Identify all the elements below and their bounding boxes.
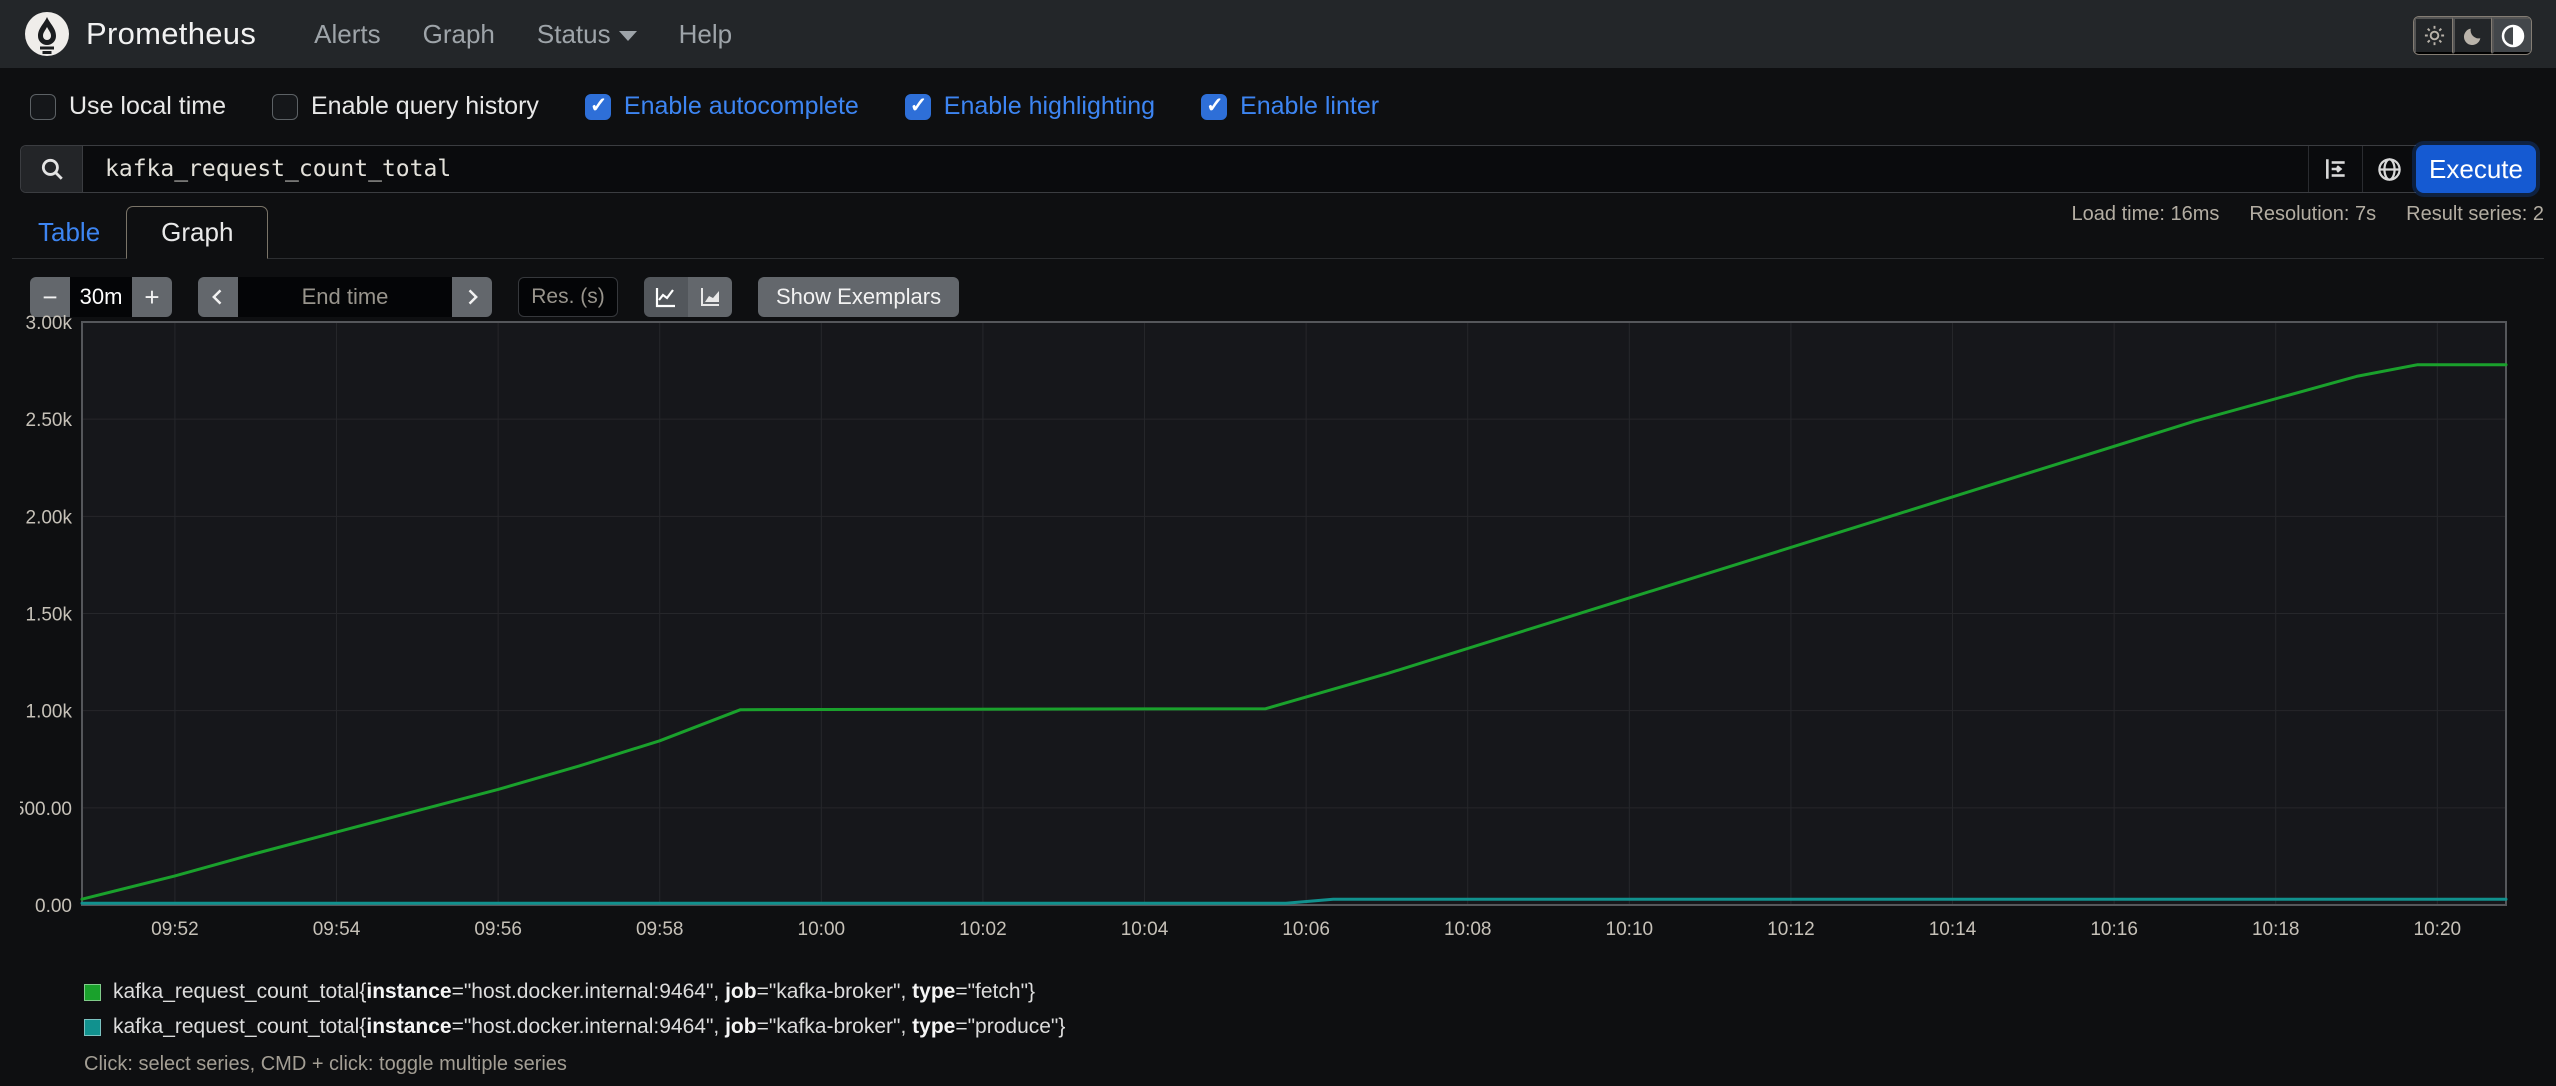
globe-icon [2378, 157, 2401, 181]
option-label: Enable autocomplete [623, 92, 859, 120]
metrics-explorer-button[interactable] [2362, 146, 2416, 192]
y-tick-label: 500.00 [20, 799, 72, 820]
line-chart-button[interactable] [644, 277, 688, 317]
panel-tabs: Table Graph Load time: 16ms Resolution: 7… [12, 203, 2544, 259]
time-series-chart[interactable]: 0.00 500.00 1.00k 1.50k 2.00k 2.50k 3.00k 09:52… [20, 312, 2536, 952]
legend-item[interactable]: kafka_request_count_total{instance="host… [84, 1015, 1065, 1039]
end-time-input[interactable] [238, 277, 452, 317]
stacked-chart-icon [701, 288, 719, 306]
range-input[interactable] [70, 277, 132, 317]
x-tick-label: 10:16 [2090, 919, 2138, 940]
search-segment [21, 146, 83, 192]
tree-view-button[interactable] [2308, 146, 2362, 192]
dark-theme-button[interactable] [2453, 17, 2492, 54]
x-tick-label: 10:18 [2252, 919, 2300, 940]
chevron-left-icon [212, 289, 222, 305]
checkbox-icon[interactable] [30, 93, 56, 120]
x-tick-label: 09:56 [474, 919, 522, 940]
caret-down-icon [618, 30, 637, 41]
x-tick-label: 10:10 [1606, 919, 1654, 940]
checkbox-icon[interactable] [272, 93, 298, 120]
result-stat: Resolution: 7s [2249, 203, 2377, 225]
time-back-button[interactable] [198, 277, 238, 317]
line-chart-icon [655, 288, 675, 308]
query-expression-input[interactable] [83, 146, 2308, 192]
result-stat: Result series: 2 [2406, 203, 2544, 225]
legend-swatch-icon [84, 1018, 101, 1036]
x-tick-label: 09:54 [313, 919, 361, 940]
theme-toggle-group [2413, 16, 2532, 55]
show-exemplars-button[interactable]: Show Exemplars [758, 277, 960, 317]
x-tick-label: 10:06 [1282, 919, 1330, 940]
x-tick-label: 09:58 [636, 919, 684, 940]
chevron-right-icon [468, 289, 478, 305]
checkbox-checked-icon[interactable] [904, 93, 931, 120]
graph-controls: − + Show Exemplars [30, 277, 2556, 317]
range-group: − + [30, 277, 172, 317]
nav-item-help[interactable]: Help [665, 9, 746, 60]
checkbox-checked-icon[interactable] [584, 93, 611, 120]
x-tick-label: 10:04 [1121, 919, 1169, 940]
y-tick-label: 1.50k [26, 605, 73, 626]
option-label: Enable query history [311, 92, 539, 120]
time-forward-button[interactable] [452, 277, 492, 317]
tab-table[interactable]: Table [12, 207, 126, 258]
range-increase-button[interactable]: + [132, 277, 172, 317]
tab-graph[interactable]: Graph [126, 206, 269, 259]
x-tick-label: 10:12 [1767, 919, 1815, 940]
end-time-group [198, 277, 492, 317]
x-tick-label: 10:14 [1929, 919, 1977, 940]
y-tick-label: 1.00k [26, 702, 73, 723]
nav-item-alerts[interactable]: Alerts [300, 9, 394, 60]
y-tick-label: 2.50k [26, 410, 73, 431]
range-decrease-button[interactable]: − [30, 277, 70, 317]
x-tick-label: 10:02 [959, 919, 1007, 940]
nav-item-status-dropdown[interactable]: Status [523, 9, 651, 60]
x-tick-label: 10:00 [798, 919, 846, 940]
brand[interactable]: Prometheus [24, 11, 256, 57]
option-enable-highlighting[interactable]: Enable highlighting [904, 92, 1156, 121]
search-icon [41, 158, 63, 180]
option-use-local-time[interactable]: Use local time [30, 92, 226, 121]
brand-title: Prometheus [86, 16, 257, 51]
legend-item[interactable]: kafka_request_count_total{instance="host… [84, 980, 1065, 1004]
auto-theme-button[interactable] [2492, 17, 2531, 54]
legend-series-name: kafka_request_count_total{instance="host… [113, 1015, 1066, 1038]
stacked-chart-button[interactable] [688, 277, 732, 317]
light-theme-button[interactable] [2414, 17, 2453, 54]
y-tick-label: 2.00k [26, 507, 73, 528]
chart-type-toggle [644, 277, 732, 317]
result-stats: Load time: 16ms Resolution: 7s Result seri… [2072, 203, 2544, 226]
resolution-input[interactable] [518, 277, 618, 317]
series-legend: kafka_request_count_total{instance="host… [84, 980, 1065, 1076]
execute-button[interactable]: Execute [2416, 145, 2536, 193]
query-input-group [20, 145, 2416, 193]
option-label: Enable highlighting [943, 92, 1156, 120]
option-label: Enable linter [1240, 92, 1380, 120]
prometheus-logo-icon [25, 12, 69, 56]
legend-hint: Click: select series, CMD + click: toggl… [84, 1053, 567, 1075]
legend-series-name: kafka_request_count_total{instance="host… [113, 980, 1036, 1003]
x-tick-label: 09:52 [151, 919, 199, 940]
checkbox-checked-icon[interactable] [1201, 93, 1228, 120]
nav-links: Alerts Graph Status Help [300, 9, 746, 60]
moon-icon [2463, 28, 2481, 45]
navbar: Prometheus Alerts Graph Status Help [0, 0, 2556, 68]
option-enable-autocomplete[interactable]: Enable autocomplete [584, 92, 859, 121]
option-enable-query-history[interactable]: Enable query history [272, 92, 539, 121]
option-label: Use local time [69, 92, 226, 120]
x-tick-label: 10:08 [1444, 919, 1492, 940]
tree-view-icon [2325, 159, 2345, 179]
half-circle-icon [2501, 24, 2524, 47]
gear-icon [2424, 25, 2444, 46]
legend-swatch-icon [84, 983, 101, 1001]
x-tick-label: 10:20 [2414, 919, 2462, 940]
y-tick-label: 3.00k [26, 313, 73, 334]
nav-item-graph[interactable]: Graph [409, 9, 509, 60]
y-tick-label: 0.00 [35, 896, 72, 917]
query-bar: Execute [20, 145, 2536, 193]
query-options-row: Use local time Enable query history Enable… [0, 68, 2556, 141]
result-stat: Load time: 16ms [2071, 203, 2220, 225]
option-enable-linter[interactable]: Enable linter [1201, 92, 1379, 121]
